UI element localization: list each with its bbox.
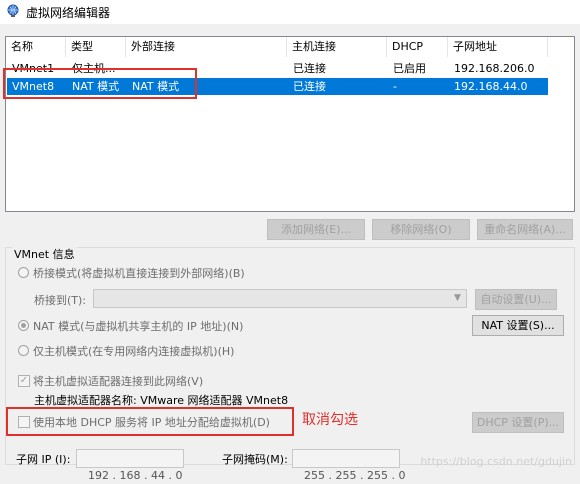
- subnet-mask-input[interactable]: 255 . 255 . 255 . 0: [292, 449, 406, 482]
- cell-dhcp: 已启用: [393, 62, 426, 75]
- auto-settings-button[interactable]: 自动设置(U)...: [475, 289, 557, 310]
- nat-mode-label: NAT 模式(与虚拟机共享主机的 IP 地址)(N): [33, 320, 244, 333]
- col-header-subnet[interactable]: 子网地址: [448, 37, 548, 57]
- bridge-mode-label: 桥接模式(将虚拟机直接连接到外部网络)(B): [33, 267, 245, 280]
- subnet-ip-input[interactable]: 192 . 168 . 44 . 0: [76, 449, 184, 482]
- dhcp-settings-button[interactable]: DHCP 设置(P)...: [472, 412, 564, 433]
- nat-settings-button[interactable]: NAT 设置(S)...: [472, 315, 564, 336]
- title-bar: 虚拟网络编辑器: [0, 0, 580, 24]
- annotation-uncheck: 取消勾选: [302, 412, 358, 428]
- mask-octet: 255: [367, 469, 388, 482]
- ip-octet: 192: [88, 469, 109, 482]
- nat-mode-radio[interactable]: [18, 320, 29, 331]
- subnet-ip-label: 子网 IP (I):: [16, 453, 71, 466]
- vmnet-info-label: VMnet 信息: [12, 246, 77, 262]
- cell-subnet: 192.168.44.0: [454, 80, 528, 93]
- col-header-type[interactable]: 类型: [66, 37, 126, 57]
- ip-octet: 0: [175, 469, 183, 482]
- col-header-name[interactable]: 名称: [6, 37, 66, 57]
- watermark: https://blog.csdn.net/gdujin: [420, 455, 572, 468]
- adapter-name-text: 主机虚拟适配器名称: VMware 网络适配器 VMnet8: [34, 394, 289, 407]
- window-title: 虚拟网络编辑器: [26, 6, 111, 20]
- chevron-down-icon: ▼: [454, 293, 461, 303]
- cell-host: 已连接: [293, 80, 326, 93]
- network-globe-icon: [7, 4, 19, 17]
- highlight-box-dhcp: [6, 407, 294, 436]
- mask-octet: 255: [304, 469, 325, 482]
- ip-octet: 168: [119, 469, 141, 482]
- connect-adapter-label: 将主机虚拟适配器连接到此网络(V): [33, 375, 204, 388]
- highlight-box-vmnet8: [3, 68, 197, 99]
- col-header-external[interactable]: 外部连接: [126, 37, 287, 57]
- rename-network-button[interactable]: 重命名网络(A)...: [477, 219, 573, 240]
- add-network-button[interactable]: 添加网络(E)...: [267, 219, 365, 240]
- mask-octet: 0: [398, 469, 406, 482]
- host-only-label: 仅主机模式(在专用网络内连接虚拟机)(H): [33, 345, 235, 358]
- connect-adapter-checkbox[interactable]: ✓: [18, 375, 30, 387]
- network-list[interactable]: 名称 类型 外部连接 主机连接 DHCP 子网地址 VMnet1 仅主机... …: [5, 36, 575, 212]
- col-header-host[interactable]: 主机连接: [287, 37, 387, 57]
- bridge-to-label: 桥接到(T):: [34, 294, 87, 307]
- cell-dhcp: -: [393, 80, 397, 93]
- remove-network-button[interactable]: 移除网络(O): [372, 219, 470, 240]
- cell-subnet: 192.168.206.0: [454, 62, 535, 75]
- ip-octet: 44: [151, 469, 165, 482]
- mask-octet: 255: [335, 469, 357, 482]
- bridge-to-select[interactable]: ▼: [93, 289, 467, 308]
- cell-host: 已连接: [293, 62, 326, 75]
- subnet-mask-label: 子网掩码(M):: [222, 453, 288, 466]
- col-header-dhcp[interactable]: DHCP: [387, 37, 448, 57]
- host-only-radio[interactable]: [18, 345, 29, 356]
- bridge-mode-radio[interactable]: [18, 267, 29, 278]
